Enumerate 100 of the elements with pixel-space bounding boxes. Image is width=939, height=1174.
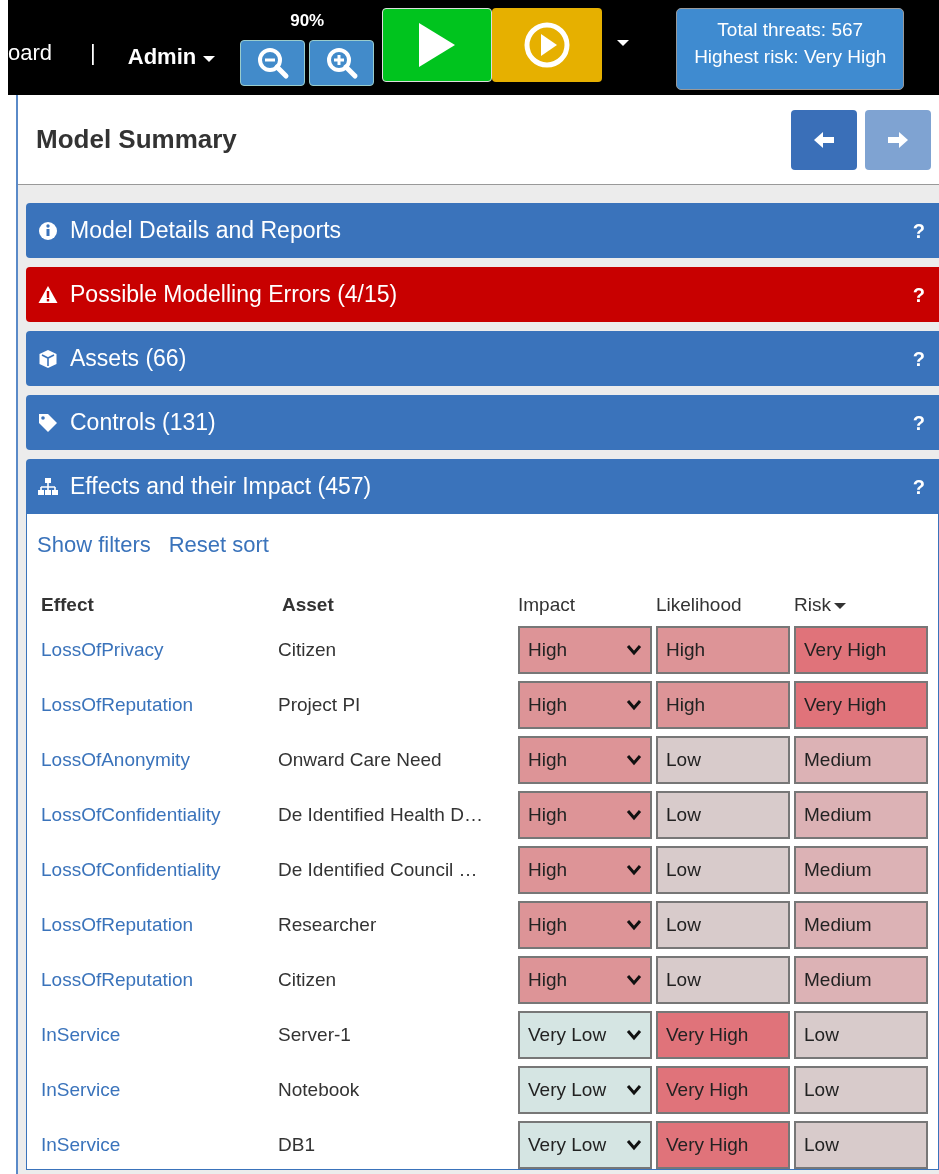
help-icon[interactable]: ? bbox=[912, 279, 925, 310]
asset-cell-text: Notebook bbox=[278, 1077, 361, 1102]
likelihood-cell: Low bbox=[656, 901, 790, 949]
likelihood-cell: Low bbox=[656, 736, 790, 784]
section-title: Controls (131) bbox=[70, 408, 217, 438]
chevron-down-icon bbox=[626, 809, 642, 821]
likelihood-cell: Low bbox=[656, 846, 790, 894]
column-header[interactable]: Impact bbox=[518, 591, 652, 619]
effect-link[interactable]: InService bbox=[37, 1130, 274, 1160]
asset-cell-text: De Identified Health D… bbox=[278, 802, 484, 827]
likelihood-cell: Very High bbox=[656, 1066, 790, 1114]
effect-link[interactable]: LossOfConfidentiality bbox=[37, 855, 274, 885]
asset-cell-text: Onward Care Need bbox=[278, 747, 443, 772]
effect-link[interactable]: LossOfPrivacy bbox=[37, 635, 274, 665]
section-title: Possible Modelling Errors (4/15) bbox=[70, 280, 399, 310]
section-header[interactable]: Possible Modelling Errors (4/15) ? bbox=[26, 267, 939, 322]
risk-cell: Low bbox=[794, 1066, 928, 1114]
zoom-in-button[interactable] bbox=[309, 39, 375, 86]
likelihood-cell: Low bbox=[656, 956, 790, 1004]
column-header[interactable]: Effect bbox=[37, 591, 274, 619]
chevron-down-icon bbox=[626, 864, 642, 876]
impact-select[interactable]: High bbox=[518, 846, 652, 894]
help-icon[interactable]: ? bbox=[912, 471, 925, 502]
asset-cell-text: Citizen bbox=[278, 967, 338, 992]
chevron-down-icon bbox=[626, 1084, 642, 1096]
risk-cell: Medium bbox=[794, 956, 928, 1004]
risk-cell: Low bbox=[794, 1121, 928, 1169]
risk-cell: Very High bbox=[794, 681, 928, 729]
asset-cell-text: Server-1 bbox=[278, 1022, 352, 1047]
hierarchy-icon bbox=[38, 476, 58, 497]
likelihood-cell: High bbox=[656, 681, 790, 729]
likelihood-cell: Very High bbox=[656, 1011, 790, 1059]
chevron-down-icon bbox=[626, 1139, 642, 1151]
warning-icon bbox=[38, 284, 58, 305]
effect-link[interactable]: LossOfReputation bbox=[37, 690, 274, 720]
help-icon[interactable]: ? bbox=[912, 343, 925, 374]
help-icon[interactable]: ? bbox=[912, 215, 925, 246]
likelihood-cell: High bbox=[656, 626, 790, 674]
zoom-level: 90% bbox=[290, 10, 325, 32]
section-title: Assets (66) bbox=[70, 344, 188, 374]
zoom-out-icon bbox=[255, 45, 290, 80]
threat-summary: Total threats: 567 Highest risk: Very High bbox=[676, 8, 905, 90]
tag-icon bbox=[38, 412, 58, 433]
chevron-down-icon bbox=[626, 919, 642, 931]
chevron-down-icon bbox=[626, 644, 642, 656]
section-header[interactable]: Assets (66) ? bbox=[26, 331, 939, 386]
column-header[interactable]: Likelihood bbox=[656, 591, 790, 619]
impact-select[interactable]: High bbox=[518, 626, 652, 674]
effect-link[interactable]: LossOfReputation bbox=[37, 910, 274, 940]
risk-cell: Very High bbox=[794, 626, 928, 674]
link[interactable]: Show filters bbox=[37, 528, 151, 561]
asset-cell-text: De Identified Council … bbox=[278, 857, 479, 882]
caret-icon bbox=[202, 53, 217, 64]
asset-cell-text: Project PI bbox=[278, 692, 362, 717]
column-header[interactable]: Risk bbox=[794, 591, 928, 619]
risk-cell: Medium bbox=[794, 901, 928, 949]
section-header[interactable]: Effects and their Impact (457) ? bbox=[26, 459, 939, 514]
zoom-out-button[interactable] bbox=[240, 39, 306, 86]
impact-select[interactable]: Very Low bbox=[518, 1066, 652, 1114]
impact-select[interactable]: High bbox=[518, 791, 652, 839]
help-icon[interactable]: ? bbox=[912, 407, 925, 438]
likelihood-cell: Low bbox=[656, 791, 790, 839]
section-title: Effects and their Impact (457) bbox=[70, 472, 373, 502]
arrow-left-icon bbox=[812, 129, 836, 150]
impact-select[interactable]: High bbox=[518, 956, 652, 1004]
admin-menu[interactable]: Admin bbox=[127, 40, 217, 73]
info-icon bbox=[38, 220, 58, 241]
back-button[interactable] bbox=[791, 109, 857, 170]
section-header[interactable]: Model Details and Reports ? bbox=[26, 203, 939, 258]
cube-icon bbox=[38, 348, 58, 369]
section-header[interactable]: Controls (131) ? bbox=[26, 395, 939, 450]
sort-caret-icon bbox=[833, 602, 846, 610]
impact-select[interactable]: High bbox=[518, 736, 652, 784]
risk-cell: Medium bbox=[794, 736, 928, 784]
asset-cell-text: Researcher bbox=[278, 912, 378, 937]
risk-cell: Medium bbox=[794, 791, 928, 839]
effect-link[interactable]: InService bbox=[37, 1075, 274, 1105]
effect-link[interactable]: LossOfConfidentiality bbox=[37, 800, 274, 830]
impact-select[interactable]: High bbox=[518, 901, 652, 949]
link[interactable]: Reset sort bbox=[168, 528, 269, 561]
chevron-down-icon bbox=[626, 974, 642, 986]
separator: | bbox=[90, 42, 96, 64]
caret-icon bbox=[616, 37, 631, 48]
likelihood-cell: Very High bbox=[656, 1121, 790, 1169]
chevron-down-icon bbox=[626, 699, 642, 711]
section-title: Model Details and Reports bbox=[70, 216, 343, 246]
impact-select[interactable]: Very Low bbox=[518, 1011, 652, 1059]
column-header[interactable]: Asset bbox=[278, 591, 514, 619]
effect-link[interactable]: LossOfReputation bbox=[37, 965, 274, 995]
asset-cell-text: Citizen bbox=[278, 637, 338, 662]
effect-link[interactable]: InService bbox=[37, 1020, 274, 1050]
nav-link[interactable]: oard bbox=[8, 42, 53, 64]
arrow-right-icon bbox=[886, 129, 910, 150]
impact-select[interactable]: Very Low bbox=[518, 1121, 652, 1169]
risk-cell: Low bbox=[794, 1011, 928, 1059]
impact-select[interactable]: High bbox=[518, 681, 652, 729]
chevron-down-icon bbox=[626, 1029, 642, 1041]
effect-link[interactable]: LossOfAnonymity bbox=[37, 745, 274, 775]
chevron-down-icon bbox=[626, 754, 642, 766]
asset-cell-text: DB1 bbox=[278, 1132, 316, 1157]
